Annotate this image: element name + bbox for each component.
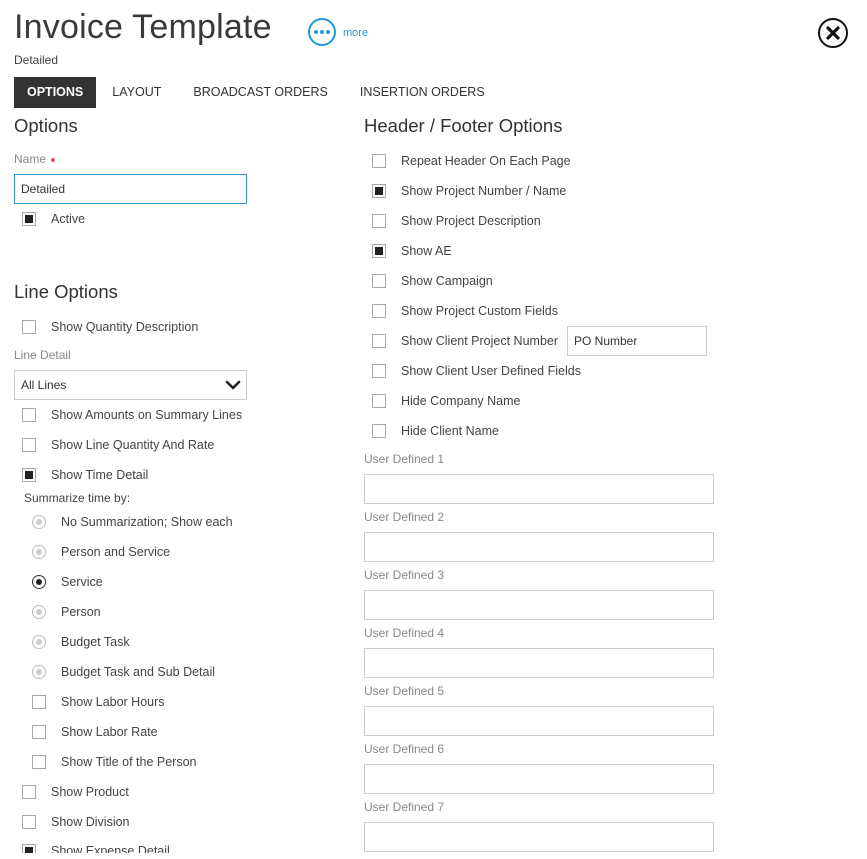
hide-client-name-row[interactable]: Hide Client Name [372, 422, 499, 440]
show-title-person-checkbox[interactable] [32, 755, 46, 769]
user-defined-2-label: User Defined 2 [364, 510, 445, 524]
show-amounts-summary-checkbox[interactable] [22, 408, 36, 422]
required-indicator [51, 157, 56, 162]
show-labor-rate-checkbox[interactable] [32, 725, 46, 739]
active-checkbox-row[interactable]: Active [22, 210, 85, 228]
repeat-header-row[interactable]: Repeat Header On Each Page [372, 152, 571, 170]
close-icon [826, 26, 840, 40]
tab-options[interactable]: OPTIONS [14, 77, 97, 108]
show-client-udf-checkbox[interactable] [372, 364, 386, 378]
summarize-option[interactable]: Budget Task [32, 633, 130, 651]
po-number-input[interactable] [567, 326, 707, 356]
show-product-row[interactable]: Show Product [22, 783, 129, 801]
show-amounts-summary-row[interactable]: Show Amounts on Summary Lines [22, 406, 242, 424]
ellipsis-icon [314, 30, 318, 34]
template-subtitle: Detailed [14, 53, 59, 67]
repeat-header-checkbox[interactable] [372, 154, 386, 168]
user-defined-1-label: User Defined 1 [364, 452, 445, 466]
summarize-option[interactable]: Person [32, 603, 101, 621]
summarize-option[interactable]: No Summarization; Show each [32, 513, 233, 531]
summarize-time-label: Summarize time by: [24, 491, 131, 505]
user-defined-2-input[interactable] [364, 532, 714, 562]
user-defined-6-label: User Defined 6 [364, 742, 445, 756]
tab-bar: OPTIONS LAYOUT BROADCAST ORDERS INSERTIO… [14, 77, 501, 108]
more-button[interactable] [308, 18, 336, 46]
show-time-detail-checkbox[interactable] [22, 468, 36, 482]
user-defined-3-input[interactable] [364, 590, 714, 620]
show-client-project-number-row[interactable]: Show Client Project Number [372, 332, 558, 350]
show-expense-detail-row[interactable]: Show Expense Detail [22, 842, 170, 853]
show-labor-rate-row[interactable]: Show Labor Rate [32, 723, 158, 741]
user-defined-1-input[interactable] [364, 474, 714, 504]
summarize-option[interactable]: Budget Task and Sub Detail [32, 663, 215, 681]
user-defined-6-input[interactable] [364, 764, 714, 794]
summarize-option[interactable]: Service [32, 573, 103, 591]
user-defined-3-label: User Defined 3 [364, 568, 445, 582]
show-quantity-description-checkbox[interactable] [22, 320, 36, 334]
user-defined-4-label: User Defined 4 [364, 626, 445, 640]
show-labor-hours-row[interactable]: Show Labor Hours [32, 693, 165, 711]
show-title-person-row[interactable]: Show Title of the Person [32, 753, 197, 771]
show-division-row[interactable]: Show Division [22, 813, 130, 831]
active-label: Active [51, 212, 86, 226]
close-button[interactable] [818, 18, 848, 48]
hide-company-name-checkbox[interactable] [372, 394, 386, 408]
user-defined-7-input[interactable] [364, 822, 714, 852]
summarize-radio[interactable] [32, 605, 46, 619]
show-client-udf-row[interactable]: Show Client User Defined Fields [372, 362, 581, 380]
show-quantity-description-row[interactable]: Show Quantity Description [22, 318, 198, 336]
show-project-description-row[interactable]: Show Project Description [372, 212, 541, 230]
show-time-detail-row[interactable]: Show Time Detail [22, 466, 148, 484]
show-labor-hours-checkbox[interactable] [32, 695, 46, 709]
show-expense-detail-checkbox[interactable] [22, 844, 36, 853]
options-heading: Options [14, 115, 78, 136]
user-defined-5-label: User Defined 5 [364, 684, 445, 698]
show-project-custom-fields-checkbox[interactable] [372, 304, 386, 318]
header-footer-heading: Header / Footer Options [364, 115, 563, 136]
hide-company-name-row[interactable]: Hide Company Name [372, 392, 521, 410]
show-line-quantity-rate-checkbox[interactable] [22, 438, 36, 452]
show-client-project-number-checkbox[interactable] [372, 334, 386, 348]
show-line-quantity-rate-row[interactable]: Show Line Quantity And Rate [22, 436, 214, 454]
show-campaign-row[interactable]: Show Campaign [372, 272, 493, 290]
clipped-row-container: Show Expense Detail [0, 840, 360, 853]
summarize-radio[interactable] [32, 635, 46, 649]
show-ae-checkbox[interactable] [372, 244, 386, 258]
user-defined-5-input[interactable] [364, 706, 714, 736]
user-defined-7-label: User Defined 7 [364, 800, 445, 814]
hide-client-name-checkbox[interactable] [372, 424, 386, 438]
show-project-number-row[interactable]: Show Project Number / Name [372, 182, 566, 200]
show-ae-row[interactable]: Show AE [372, 242, 452, 260]
line-detail-label: Line Detail [14, 348, 71, 362]
show-project-number-checkbox[interactable] [372, 184, 386, 198]
line-detail-select[interactable]: All Lines [14, 370, 247, 400]
more-link[interactable]: more [343, 27, 368, 39]
summarize-radio[interactable] [32, 665, 46, 679]
active-checkbox[interactable] [22, 212, 36, 226]
summarize-option[interactable]: Person and Service [32, 543, 170, 561]
chevron-down-icon [225, 380, 241, 390]
name-field-label: Name [14, 152, 56, 166]
page-title: Invoice Template [14, 8, 272, 46]
user-defined-4-input[interactable] [364, 648, 714, 678]
show-project-description-checkbox[interactable] [372, 214, 386, 228]
tab-layout[interactable]: LAYOUT [96, 77, 177, 108]
summarize-radio[interactable] [32, 515, 46, 529]
summarize-radio[interactable] [32, 545, 46, 559]
summarize-radio-selected[interactable] [32, 575, 46, 589]
show-project-custom-fields-row[interactable]: Show Project Custom Fields [372, 302, 558, 320]
tab-broadcast-orders[interactable]: BROADCAST ORDERS [177, 77, 344, 108]
show-campaign-checkbox[interactable] [372, 274, 386, 288]
line-options-heading: Line Options [14, 281, 118, 302]
show-product-checkbox[interactable] [22, 785, 36, 799]
show-division-checkbox[interactable] [22, 815, 36, 829]
name-input[interactable] [14, 174, 247, 204]
tab-insertion-orders[interactable]: INSERTION ORDERS [344, 77, 501, 108]
